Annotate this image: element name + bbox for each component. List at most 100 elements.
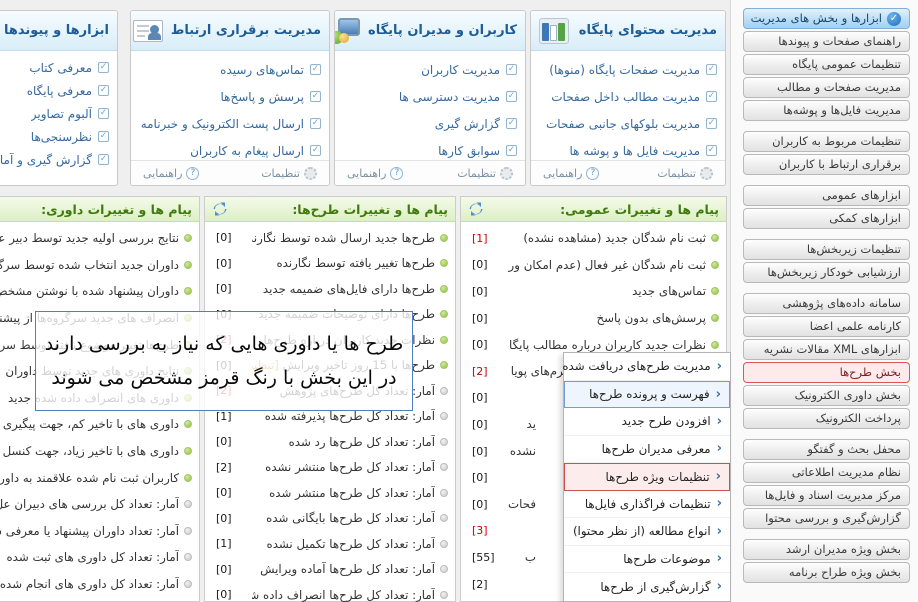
checkbox-icon[interactable]: ✓: [310, 64, 321, 75]
status-row[interactable]: داوری های با تاخیر زیاد، جهت کنسل ک: [0, 438, 199, 465]
sidebar-item[interactable]: ✓ مرکز مدیریت اسناد و فایل‌ها: [743, 485, 910, 506]
settings-link[interactable]: تنظیمات: [457, 167, 513, 180]
sidebar-item[interactable]: ✓ گزارش‌گیری و بررسی محتوا: [743, 508, 910, 529]
help-link[interactable]: ?راهنمایی: [347, 167, 403, 180]
status-row[interactable]: نتایج بررسی اولیه جدید توسط دبیر عل: [0, 225, 199, 252]
card-item[interactable]: ✓ مدیریت صفحات پایگاه (منوها): [537, 56, 717, 83]
submenu-item[interactable]: ‹ تنظیمات ویژه طرح‌ها: [564, 463, 730, 491]
sidebar-item[interactable]: ✓ سامانه داده‌های پژوهشی: [743, 293, 910, 314]
bullet-icon: [184, 447, 192, 455]
status-row[interactable]: تماس‌های جدید [0]: [461, 278, 726, 305]
submenu-item[interactable]: ‹ موضوعات طرح‌ها: [564, 546, 730, 574]
sidebar-item[interactable]: ✓ بخش ویژه طراح برنامه: [743, 562, 910, 583]
card-item[interactable]: ✓ مدیریت بلوکهای جانبی صفحات: [537, 110, 717, 137]
sidebar-item[interactable]: ✓ کارنامه علمی اعضا: [743, 316, 910, 337]
status-row[interactable]: آمار: تعداد کل طرح‌ها منتشر نشده [2]: [205, 455, 455, 481]
sidebar-item[interactable]: ✓ بخش داوری الکترونیک: [743, 385, 910, 406]
sidebar-item[interactable]: ✓ ابزارهای XML مقالات نشریه: [743, 339, 910, 360]
count-badge: [0]: [469, 471, 503, 484]
sidebar-item[interactable]: ✓ تنظیمات مربوط به کاربران: [743, 131, 910, 152]
card-item[interactable]: ✓ نظرسنجی‌ها: [0, 125, 109, 148]
submenu-item[interactable]: ‹ مدیریت طرح‌های دریافت شده: [564, 353, 730, 381]
card-item[interactable]: ✓ آلبوم تصاویر: [0, 102, 109, 125]
sidebar-item[interactable]: ✓ مدیریت فایل‌ها و پوشه‌ها: [743, 100, 910, 121]
sidebar-item[interactable]: ✓ بخش طرح‌ها: [743, 362, 910, 383]
checkbox-icon[interactable]: ✓: [506, 64, 517, 75]
checkbox-icon[interactable]: ✓: [310, 145, 321, 156]
card-item[interactable]: ✓ گزارش گیری: [341, 110, 517, 137]
card-item[interactable]: ✓ مدیریت مطالب داخل صفحات: [537, 83, 717, 110]
status-row[interactable]: آمار: تعداد کل طرح‌ها انصراف داده شده [0…: [205, 582, 455, 602]
submenu-item[interactable]: ‹ تنظیمات فراگذاری فایل‌ها: [564, 491, 730, 519]
checkbox-icon[interactable]: ✓: [706, 118, 717, 129]
status-row[interactable]: کاربران ثبت نام شده علاقمند به داوری: [0, 464, 199, 491]
sidebar-item[interactable]: ✓ تنظیمات زیربخش‌ها: [743, 239, 910, 260]
checkbox-icon[interactable]: ✓: [506, 91, 517, 102]
status-row[interactable]: آمار: تعداد کل طرح‌ها آماده ویرایش [0]: [205, 557, 455, 583]
submenu-item[interactable]: ‹ گزارش‌گیری از طرح‌ها: [564, 573, 730, 601]
submenu-item[interactable]: ‹ معرفی مدیران طرح‌ها: [564, 436, 730, 464]
bullet-icon: [184, 474, 192, 482]
status-row[interactable]: آمار: تعداد کل طرح‌ها بایگانی شده [0]: [205, 506, 455, 532]
checkbox-icon[interactable]: ✓: [506, 145, 517, 156]
status-row[interactable]: آمار: تعداد کل طرح‌ها منتشر شده [0]: [205, 480, 455, 506]
card-item[interactable]: ✓ معرفی پایگاه: [0, 79, 109, 102]
refresh-icon[interactable]: [212, 201, 228, 217]
sidebar-item[interactable]: ✓ راهنمای صفحات و پیوندها: [743, 31, 910, 52]
status-row[interactable]: ثبت نام شدگان غیر فعال (عدم امکان ورود) …: [461, 252, 726, 279]
checkbox-icon[interactable]: ✓: [98, 85, 109, 96]
checkbox-icon[interactable]: ✓: [98, 131, 109, 142]
status-row[interactable]: آمار: تعداد داوران پیشنهاد یا معرفی ش: [0, 518, 199, 545]
refresh-icon[interactable]: [468, 201, 484, 217]
status-row[interactable]: داوران جدید انتخاب شده توسط سرگر: [0, 252, 199, 279]
status-row[interactable]: داوری های با تاخیر کم، جهت پیگیری: [0, 411, 199, 438]
checkbox-icon[interactable]: ✓: [310, 118, 321, 129]
checkbox-icon[interactable]: ✓: [506, 118, 517, 129]
checkbox-icon[interactable]: ✓: [706, 91, 717, 102]
help-link[interactable]: ?راهنمایی: [143, 167, 199, 180]
sidebar-item[interactable]: ✓ پرداخت الکترونیک: [743, 408, 910, 429]
card-item[interactable]: ✓ مدیریت کاربران: [341, 56, 517, 83]
settings-link[interactable]: تنظیمات: [657, 167, 713, 180]
checkbox-icon[interactable]: ✓: [98, 154, 109, 165]
sidebar-item[interactable]: ✓ بخش ویژه مدیران ارشد: [743, 539, 910, 560]
sidebar-item[interactable]: ✓ ابزارهای عمومی: [743, 185, 910, 206]
card-item[interactable]: ✓ ارسال پست الکترونیک و خبرنامه: [137, 110, 321, 137]
card-item[interactable]: ✓ پرسش و پاسخ‌ها: [137, 83, 321, 110]
submenu-item[interactable]: ‹ فهرست و پرونده طرح‌ها: [564, 381, 730, 409]
sidebar-item[interactable]: ✓ تنظیمات عمومی پایگاه: [743, 54, 910, 75]
help-link[interactable]: ?راهنمایی: [543, 167, 599, 180]
status-row[interactable]: پرسش‌های بدون پاسخ [0]: [461, 305, 726, 332]
sidebar-item[interactable]: ✓ مدیریت صفحات و مطالب: [743, 77, 910, 98]
checkbox-icon[interactable]: ✓: [706, 145, 717, 156]
card-item[interactable]: ✓ مدیریت دسترسی ها: [341, 83, 517, 110]
sidebar-item[interactable]: ✓ نظام مدیریت اطلاعاتی: [743, 462, 910, 483]
checkbox-icon[interactable]: ✓: [310, 91, 321, 102]
status-row[interactable]: ثبت نام شدگان جدید (مشاهده نشده) [1]: [461, 225, 726, 252]
checkbox-icon[interactable]: ✓: [98, 108, 109, 119]
card-item[interactable]: ✓ معرفی کتاب: [0, 56, 109, 79]
sidebar-item[interactable]: ✓ برقراری ارتباط با کاربران: [743, 154, 910, 175]
submenu-item[interactable]: ‹ انواع مطالعه (از نظر محتوا): [564, 518, 730, 546]
status-row[interactable]: آمار: تعداد کل داوری های ثبت شده: [0, 544, 199, 571]
status-row[interactable]: طرح‌ها جدید ارسال شده توسط نگارنده [0]: [205, 225, 455, 251]
sidebar-item[interactable]: ✓ ارزشیابی خودکار زیربخش‌ها: [743, 262, 910, 283]
status-row[interactable]: آمار: تعداد کل بررسی های دبیران عل: [0, 491, 199, 518]
sidebar-item[interactable]: ✓ ابزارها و بخش های مدیریت: [743, 8, 910, 29]
status-row[interactable]: آمار: تعداد کل داوری های انجام نشده: [0, 597, 199, 602]
status-row[interactable]: آمار: تعداد کل طرح‌ها رد شده [0]: [205, 429, 455, 455]
settings-link[interactable]: تنظیمات: [261, 167, 317, 180]
status-row[interactable]: طرح‌ها دارای فایل‌های ضمیمه جدید [0]: [205, 276, 455, 302]
card-item[interactable]: ✓ گزارش گیری و آمار: [0, 148, 109, 171]
status-row[interactable]: طرح‌ها تغییر یافته توسط نگارنده [0]: [205, 251, 455, 277]
status-row[interactable]: داوران پیشنهاد شده با نوشتن مشخص: [0, 278, 199, 305]
sidebar-item[interactable]: ✓ ابزارهای کمکی: [743, 208, 910, 229]
sidebar-item[interactable]: ✓ محفل بحث و گفتگو: [743, 439, 910, 460]
submenu-item[interactable]: ‹ افزودن طرح جدید: [564, 408, 730, 436]
status-row[interactable]: آمار: تعداد کل داوری های انجام شده: [0, 571, 199, 598]
count-badge: [3]: [469, 524, 503, 537]
status-row[interactable]: آمار: تعداد کل طرح‌ها تکمیل نشده [1]: [205, 531, 455, 557]
checkbox-icon[interactable]: ✓: [98, 62, 109, 73]
card-item[interactable]: ✓ تماس‌های رسیده: [137, 56, 321, 83]
checkbox-icon[interactable]: ✓: [706, 64, 717, 75]
